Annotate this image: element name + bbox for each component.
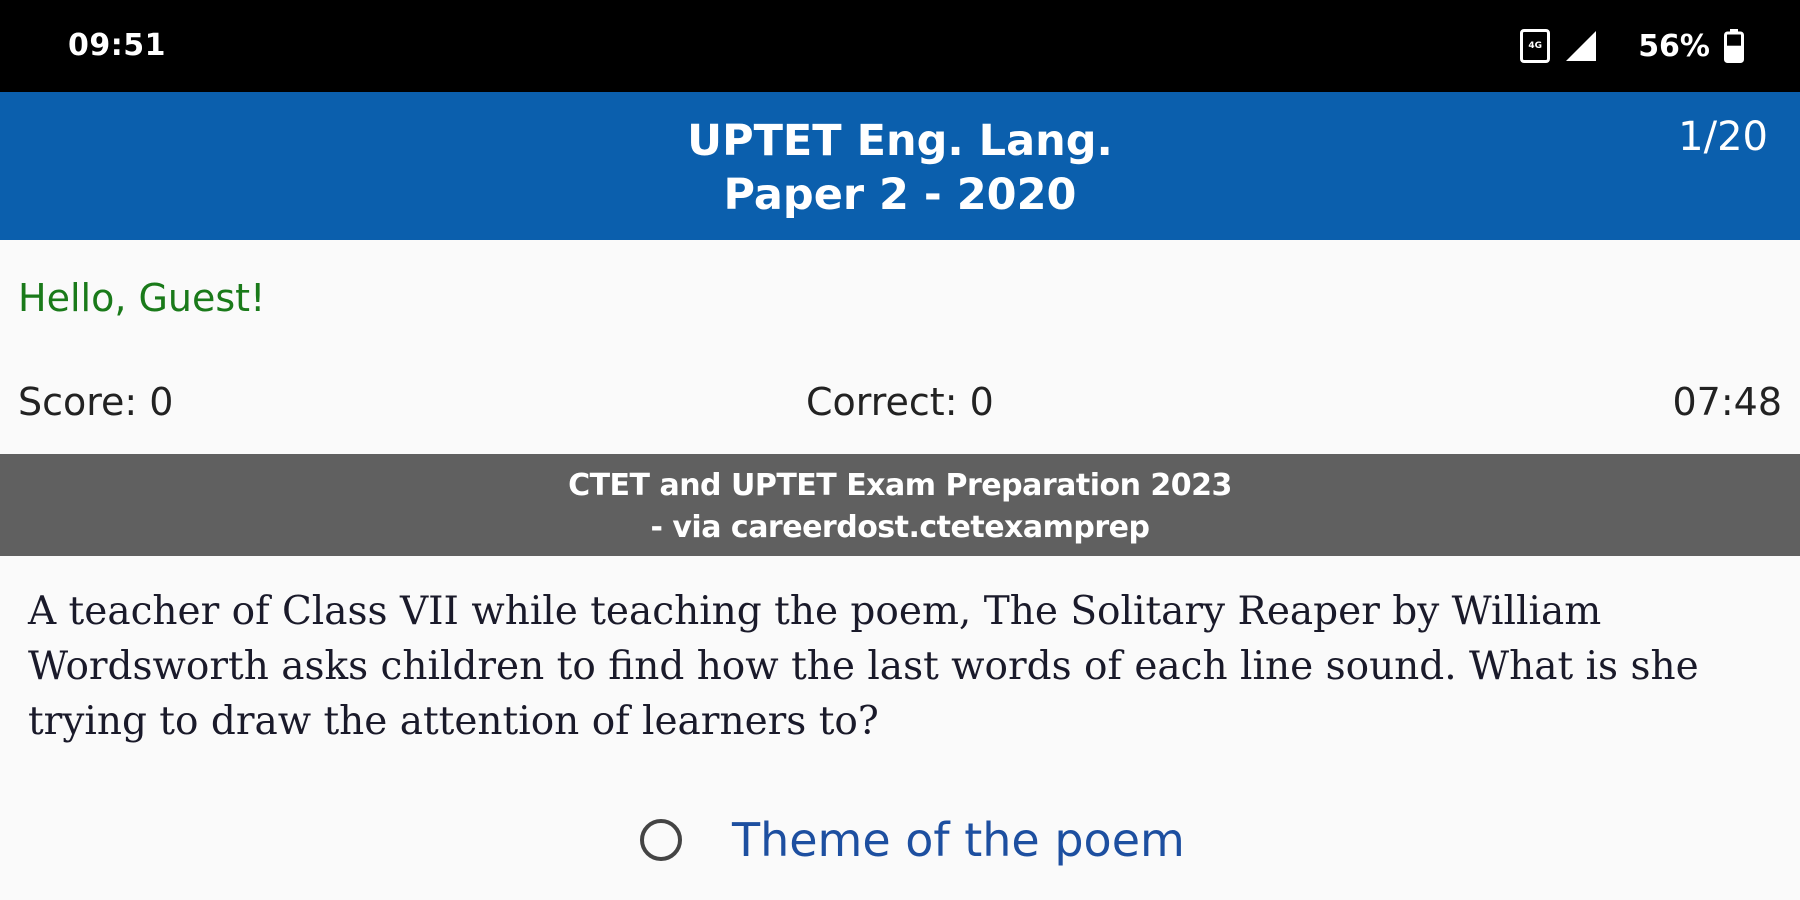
ad-banner[interactable]: CTET and UPTET Exam Preparation 2023 - v… xyxy=(0,454,1800,556)
correct-label: Correct: 0 xyxy=(806,380,994,424)
status-bar: 09:51 4G 56% xyxy=(0,0,1800,92)
battery-percent: 56% xyxy=(1638,28,1710,64)
answer-option-1[interactable]: Theme of the poem xyxy=(640,810,1185,870)
title-line-1: UPTET Eng. Lang. xyxy=(687,116,1113,166)
app-header: UPTET Eng. Lang. Paper 2 - 2020 1/20 xyxy=(0,92,1800,240)
question-counter: 1/20 xyxy=(1678,114,1768,160)
score-label: Score: 0 xyxy=(18,380,174,424)
greeting-text: Hello, Guest! xyxy=(18,276,266,320)
status-time: 09:51 xyxy=(68,28,166,63)
stats-row: Score: 0 Correct: 0 07:48 xyxy=(0,380,1800,430)
answer-option-label: Theme of the poem xyxy=(732,813,1185,867)
data-icon: 4G xyxy=(1520,29,1551,63)
battery-icon xyxy=(1724,29,1744,63)
status-icons: 4G 56% xyxy=(1520,26,1744,66)
timer-label: 07:48 xyxy=(1672,380,1782,424)
signal-icon xyxy=(1566,31,1597,61)
banner-subtitle: - via careerdost.ctetexamprep xyxy=(650,510,1150,545)
question-text: A teacher of Class VII while teaching th… xyxy=(28,589,1699,744)
app-screen: 09:51 4G 56% UPTET Eng. Lang. Paper 2 - … xyxy=(0,0,1800,900)
title-line-2: Paper 2 - 2020 xyxy=(723,170,1077,220)
banner-title: CTET and UPTET Exam Preparation 2023 xyxy=(568,468,1232,503)
radio-button[interactable] xyxy=(640,819,682,861)
page-title: UPTET Eng. Lang. Paper 2 - 2020 xyxy=(0,114,1800,222)
